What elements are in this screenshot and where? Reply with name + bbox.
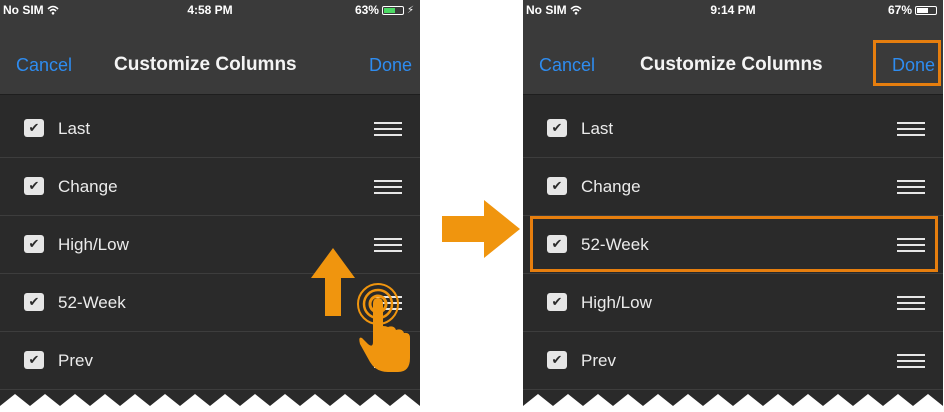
column-label: Change — [581, 177, 641, 196]
column-label: High/Low — [581, 293, 652, 312]
column-row[interactable]: ✔ Change — [523, 158, 943, 216]
charging-icon: ⚡ — [406, 4, 414, 16]
checkmark-icon[interactable]: ✔ — [24, 177, 44, 195]
drag-handle-icon[interactable] — [374, 236, 402, 254]
moved-row-highlight-box — [530, 216, 938, 272]
drag-handle-icon[interactable] — [897, 352, 925, 370]
drag-handle-icon[interactable] — [897, 178, 925, 196]
column-row[interactable]: ✔ Last — [523, 100, 943, 158]
right-arrow-icon — [442, 200, 520, 258]
checkmark-icon[interactable]: ✔ — [547, 351, 567, 369]
drag-handle-icon[interactable] — [897, 120, 925, 138]
drag-handle-icon[interactable] — [374, 120, 402, 138]
status-bar: No SIM 4:58 PM 63% ⚡ — [0, 0, 420, 20]
nav-bar: Cancel Customize Columns Done — [0, 20, 420, 95]
checkmark-icon[interactable]: ✔ — [24, 119, 44, 137]
column-label: Prev — [581, 351, 616, 370]
checkmark-icon[interactable]: ✔ — [547, 177, 567, 195]
tap-hand-icon — [357, 283, 410, 372]
status-bar: No SIM 9:14 PM 67% — [523, 0, 943, 20]
column-row[interactable]: ✔ Change — [0, 158, 420, 216]
page-title: Customize Columns — [114, 54, 297, 75]
drag-handle-icon[interactable] — [897, 294, 925, 312]
page-title: Customize Columns — [640, 54, 823, 75]
checkmark-icon[interactable]: ✔ — [24, 293, 44, 311]
left-screen: No SIM 4:58 PM 63% ⚡ Cancel Customize Co… — [0, 0, 420, 412]
battery-icon — [915, 5, 937, 15]
column-label: High/Low — [58, 235, 129, 254]
right-screen: No SIM 9:14 PM 67% Cancel Customize Colu… — [523, 0, 943, 412]
battery-percent: 63% — [354, 3, 379, 17]
column-row[interactable]: ✔ High/Low — [523, 274, 943, 332]
cancel-button[interactable]: Cancel — [16, 54, 72, 76]
torn-edge — [523, 394, 943, 412]
battery-icon — [381, 5, 404, 15]
column-label: Last — [58, 119, 91, 138]
battery-percent: 67% — [887, 3, 912, 17]
done-button[interactable]: Done — [369, 54, 412, 76]
column-label: Last — [581, 119, 614, 138]
column-label: 52-Week — [58, 293, 126, 312]
torn-edge — [0, 394, 420, 412]
checkmark-icon[interactable]: ✔ — [547, 119, 567, 137]
checkmark-icon[interactable]: ✔ — [547, 293, 567, 311]
checkmark-icon[interactable]: ✔ — [24, 235, 44, 253]
drag-handle-icon[interactable] — [374, 178, 402, 196]
column-row[interactable]: ✔ Last — [0, 100, 420, 158]
done-highlight-box — [873, 40, 941, 86]
status-time: 9:14 PM — [710, 3, 756, 17]
battery-group: 67% — [888, 3, 937, 17]
battery-group: 63% ⚡ — [355, 3, 414, 17]
column-label: Change — [58, 177, 118, 196]
column-label: Prev — [58, 351, 93, 370]
checkmark-icon[interactable]: ✔ — [24, 351, 44, 369]
column-row[interactable]: ✔ Prev — [523, 332, 943, 390]
up-arrow-icon — [311, 248, 355, 316]
cancel-button[interactable]: Cancel — [539, 54, 595, 76]
